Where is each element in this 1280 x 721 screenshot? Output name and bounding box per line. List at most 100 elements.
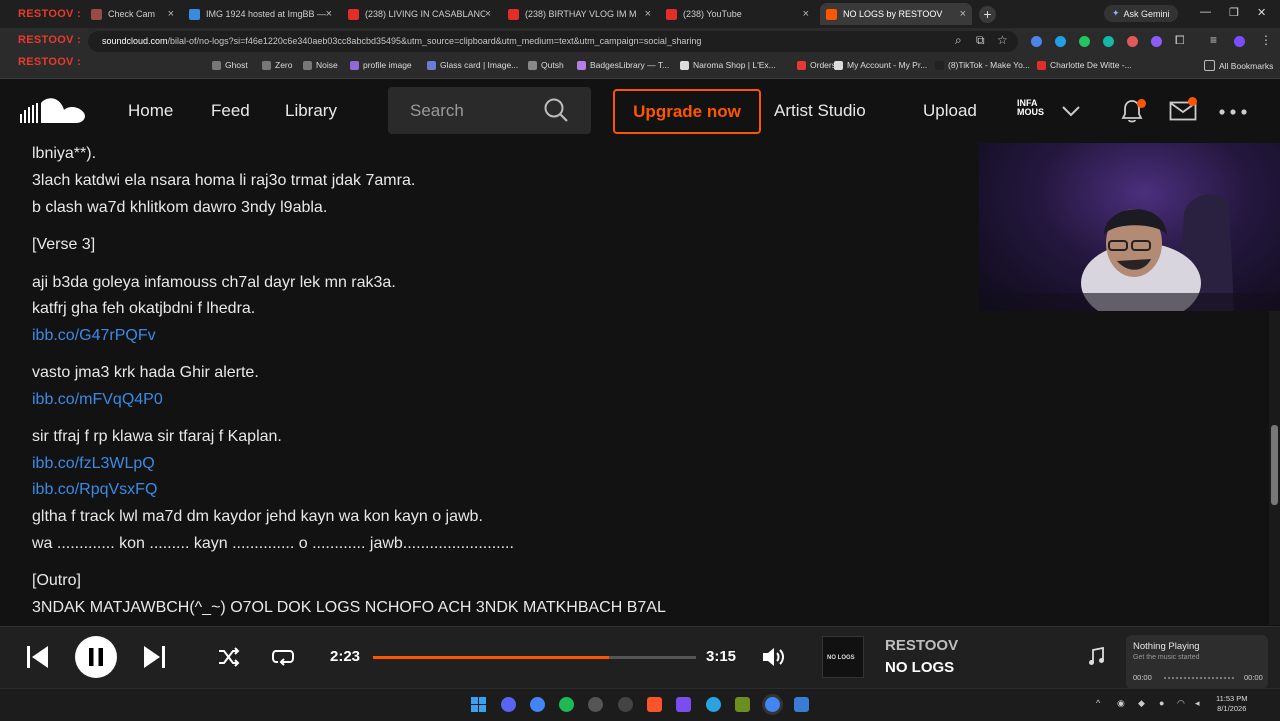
extensions-puzzle-icon[interactable]: ⧠ xyxy=(1175,33,1185,48)
bookmark-item[interactable]: Naroma Shop | L'Ex... xyxy=(680,60,776,70)
bookmark-item[interactable]: Glass card | Image... xyxy=(427,60,518,70)
chrome-icon[interactable] xyxy=(530,697,545,712)
volume-icon[interactable] xyxy=(762,646,786,668)
discord-icon[interactable] xyxy=(501,697,516,712)
maximize-icon[interactable]: ❐ xyxy=(1229,6,1239,19)
speaker-icon[interactable]: ◂ xyxy=(1195,698,1200,709)
tray-chevron-icon[interactable]: ^ xyxy=(1096,698,1100,708)
artist-studio-link[interactable]: Artist Studio xyxy=(774,101,866,121)
close-tab-icon[interactable]: × xyxy=(168,8,174,20)
telegram-icon[interactable] xyxy=(706,697,721,712)
now-playing-time-end: 00:00 xyxy=(1244,673,1263,682)
browser-tab[interactable]: (238) YouTube × xyxy=(660,3,815,25)
track-artist[interactable]: RESTOOV xyxy=(885,637,958,654)
bookmark-item[interactable]: Charlotte De Witte -... xyxy=(1037,60,1132,70)
music-note-icon[interactable] xyxy=(1088,647,1104,667)
bookmark-star-icon[interactable]: ☆ xyxy=(997,33,1008,47)
close-tab-icon[interactable]: × xyxy=(803,8,809,20)
bookmark-item[interactable]: My Account - My Pr... xyxy=(834,60,927,70)
bookmark-item[interactable]: profile image xyxy=(350,60,412,70)
zoom-icon[interactable]: ⌕ xyxy=(955,33,962,48)
close-window-icon[interactable]: ✕ xyxy=(1257,6,1266,19)
extension-icon[interactable] xyxy=(1127,36,1138,47)
search-icon[interactable] xyxy=(543,97,569,123)
lyrics-line: [Outro] xyxy=(32,572,81,589)
bookmark-item[interactable]: Noise xyxy=(303,60,338,70)
close-tab-icon[interactable]: × xyxy=(645,8,651,20)
windows-start-icon[interactable] xyxy=(471,697,486,712)
bookmark-item[interactable]: (8)TikTok - Make Yo... xyxy=(935,60,1030,70)
microphone-icon[interactable]: ● xyxy=(1159,698,1164,708)
more-options-icon[interactable] xyxy=(1219,109,1247,115)
tray-icon[interactable]: ◉ xyxy=(1117,698,1125,709)
brave-icon[interactable] xyxy=(647,697,662,712)
lyrics-link[interactable]: ibb.co/G47rPQFv xyxy=(32,327,156,345)
app-icon[interactable] xyxy=(588,697,603,712)
track-title[interactable]: NO LOGS xyxy=(885,659,954,676)
lyrics-link[interactable]: ibb.co/RpqVsxFQ xyxy=(32,481,157,499)
url-path: /bilal-of/no-logs?si=f46e1220c6e340aeb03… xyxy=(167,36,702,46)
extension-icon[interactable] xyxy=(1031,36,1042,47)
all-bookmarks-link[interactable]: All Bookmarks xyxy=(1204,60,1273,71)
browser-tab[interactable]: Check Cam × xyxy=(85,3,180,25)
taskbar-clock[interactable]: 11:53 PM 8/1/2026 xyxy=(1216,694,1248,714)
next-track-icon[interactable] xyxy=(142,644,168,670)
install-icon[interactable]: ⧉ xyxy=(976,33,985,48)
app-icon[interactable] xyxy=(794,697,809,712)
wifi-icon[interactable]: ◠ xyxy=(1177,698,1185,709)
upgrade-now-button[interactable]: Upgrade now xyxy=(613,89,761,134)
close-tab-icon[interactable]: × xyxy=(960,8,966,20)
new-tab-button[interactable]: + xyxy=(979,6,996,23)
lyrics-link[interactable]: ibb.co/fzL3WLpQ xyxy=(32,455,155,473)
upload-link[interactable]: Upload xyxy=(923,101,977,121)
bookmark-item[interactable]: Qutsh xyxy=(528,60,564,70)
browser-tab[interactable]: (238) LIVING IN CASABLANCA × xyxy=(342,3,497,25)
close-tab-icon[interactable]: × xyxy=(326,8,332,20)
bookmark-favicon-icon xyxy=(427,60,436,70)
soundcloud-logo-icon[interactable] xyxy=(20,97,86,125)
app-icon[interactable] xyxy=(735,697,750,712)
tab-search-icon[interactable]: ≡ xyxy=(1210,33,1217,47)
avatar[interactable]: INFA MOUS xyxy=(1017,99,1053,117)
lyrics-link[interactable]: ibb.co/mFVqQ4P0 xyxy=(32,391,163,409)
bookmark-item[interactable]: BadgesLibrary — T... xyxy=(577,60,669,70)
address-bar-row: RESTOOV : soundcloud.com/bilal-of/no-log… xyxy=(0,28,1280,55)
app-icon[interactable] xyxy=(618,697,633,712)
chrome-active-icon[interactable] xyxy=(765,697,780,712)
nav-home[interactable]: Home xyxy=(128,101,173,121)
url-input[interactable]: soundcloud.com/bilal-of/no-logs?si=f46e1… xyxy=(88,31,1018,52)
browser-tab[interactable]: (238) BIRTHAY VLOG IM M × xyxy=(502,3,657,25)
nav-feed[interactable]: Feed xyxy=(211,101,250,121)
track-artwork[interactable]: NO LOGS xyxy=(822,636,864,678)
ask-gemini-button[interactable]: ✦ Ask Gemini xyxy=(1104,5,1178,22)
menu-kebab-icon[interactable]: ⋮ xyxy=(1260,33,1272,47)
shuffle-icon[interactable] xyxy=(218,647,240,667)
extension-icon[interactable] xyxy=(1151,36,1162,47)
nav-library[interactable]: Library xyxy=(285,101,337,121)
extension-icon[interactable] xyxy=(1103,36,1114,47)
bookmark-item[interactable]: Orders xyxy=(797,60,836,70)
tray-icon[interactable]: ◆ xyxy=(1138,698,1145,709)
overlay-restoov-text: RESTOOV : xyxy=(18,8,82,20)
scrollbar-thumb[interactable] xyxy=(1271,425,1278,505)
browser-tab[interactable]: NO LOGS by RESTOOV × xyxy=(820,3,972,25)
chevron-down-icon[interactable] xyxy=(1061,105,1081,117)
message-dot xyxy=(1188,97,1197,106)
extension-icon[interactable] xyxy=(1079,36,1090,47)
progress-bar[interactable] xyxy=(373,656,696,659)
spotify-icon[interactable] xyxy=(559,697,574,712)
bookmark-item[interactable]: Ghost xyxy=(212,60,248,70)
close-tab-icon[interactable]: × xyxy=(485,8,491,20)
search-input[interactable]: Search xyxy=(388,87,591,134)
profile-icon[interactable] xyxy=(1234,36,1245,47)
now-playing-widget[interactable]: Nothing Playing Get the music started 00… xyxy=(1126,635,1268,689)
previous-track-icon[interactable] xyxy=(24,644,50,670)
repeat-icon[interactable] xyxy=(272,647,294,667)
extension-icon[interactable] xyxy=(1055,36,1066,47)
app-icon[interactable] xyxy=(676,697,691,712)
bookmark-label: Qutsh xyxy=(541,60,564,70)
bookmark-item[interactable]: Zero xyxy=(262,60,292,70)
minimize-icon[interactable]: — xyxy=(1200,6,1211,18)
browser-tab[interactable]: IMG 1924 hosted at ImgBB — × xyxy=(183,3,338,25)
pause-button[interactable] xyxy=(74,635,118,679)
